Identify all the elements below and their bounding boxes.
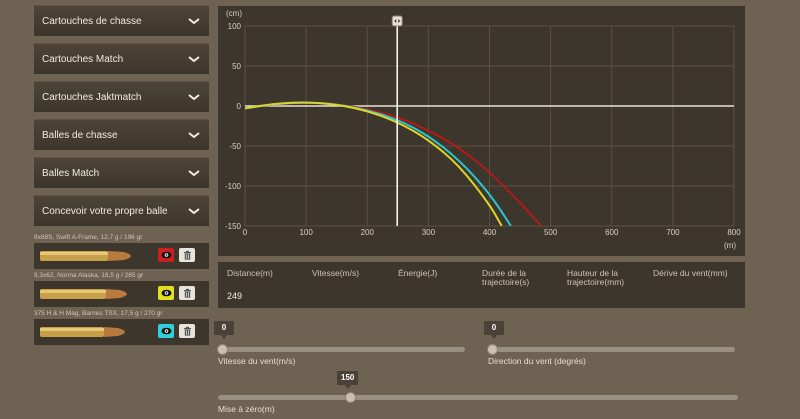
accordion-label: Balles de chasse bbox=[42, 129, 118, 141]
wind-direction-value: 0 bbox=[484, 321, 504, 339]
ammo-label: 9,3x62, Norma Alaska, 18,5 g / 285 gr bbox=[34, 272, 144, 279]
trash-icon bbox=[183, 288, 191, 298]
y-tick-label: -100 bbox=[225, 182, 242, 191]
delete-button[interactable] bbox=[179, 286, 195, 300]
trajectory-chart-panel: 0 100 200 300 400 500 600 700 800 100 50 0 -50 -100 -1… bbox=[218, 6, 745, 256]
zero-range-label: Mise à zéro(m) bbox=[218, 404, 275, 414]
ammo-label: 8x68S, Swift A-Frame, 12,7 g / 196 gr bbox=[34, 234, 143, 241]
y-tick-label: 0 bbox=[237, 102, 242, 111]
visibility-toggle-button[interactable] bbox=[158, 324, 174, 338]
eye-icon bbox=[161, 251, 171, 259]
accordion-hunting-cartridges[interactable]: Cartouches de chasse bbox=[34, 5, 209, 36]
zero-range-value: 150 bbox=[337, 371, 359, 389]
trajectory-chart: 0 100 200 300 400 500 600 700 800100500-50-100-1… bbox=[225, 9, 741, 250]
x-tick-label: 400 bbox=[483, 228, 497, 237]
accordion-match-cartridges[interactable]: Cartouches Match bbox=[34, 43, 209, 74]
eye-icon bbox=[161, 289, 171, 297]
ammo-row bbox=[34, 243, 209, 269]
y-tick-label: 100 bbox=[228, 22, 242, 31]
x-axis-unit: (m) bbox=[724, 241, 736, 250]
x-tick-label: 0 bbox=[243, 228, 248, 237]
chevron-down-icon bbox=[188, 132, 200, 139]
accordion-label: Concevoir votre propre balle bbox=[42, 205, 168, 217]
accordion-label: Balles Match bbox=[42, 167, 100, 179]
chevron-down-icon bbox=[188, 56, 200, 63]
wind-speed-slider-track[interactable] bbox=[218, 347, 465, 352]
accordion-hunting-bullets[interactable]: Balles de chasse bbox=[34, 119, 209, 150]
x-tick-label: 800 bbox=[727, 228, 741, 237]
trash-icon bbox=[183, 326, 191, 336]
ballistic-data-panel: Distance(m) Vitesse(m/s) Énergie(J) Duré… bbox=[218, 262, 745, 308]
y-tick-label: 50 bbox=[232, 62, 241, 71]
delete-button[interactable] bbox=[179, 324, 195, 338]
wind-direction-label: Direction du vent (degrés) bbox=[488, 356, 586, 366]
accordion-match-bullets[interactable]: Balles Match bbox=[34, 157, 209, 188]
x-tick-label: 300 bbox=[422, 228, 436, 237]
zero-range-slider-handle[interactable] bbox=[345, 392, 356, 403]
x-tick-label: 100 bbox=[299, 228, 313, 237]
chevron-down-icon bbox=[188, 18, 200, 25]
accordion-label: Cartouches de chasse bbox=[42, 15, 142, 27]
x-tick-label: 500 bbox=[544, 228, 558, 237]
wind-speed-slider-handle[interactable] bbox=[217, 344, 228, 355]
column-header-distance: Distance(m) bbox=[227, 268, 273, 278]
wind-direction-slider-track[interactable] bbox=[488, 347, 735, 352]
wind-speed-label: Vitesse du vent(m/s) bbox=[218, 356, 296, 366]
distance-value: 249 bbox=[227, 291, 243, 301]
accordion-jaktmatch-cartridges[interactable]: Cartouches Jaktmatch bbox=[34, 81, 209, 112]
wind-direction-slider-handle[interactable] bbox=[487, 344, 498, 355]
column-header-flight-time: Durée de la trajectoire(s) bbox=[482, 268, 530, 287]
wind-speed-value: 0 bbox=[214, 321, 234, 339]
ammo-entry: 8x68S, Swift A-Frame, 12,7 g / 196 gr bbox=[34, 233, 209, 271]
trash-icon bbox=[183, 250, 191, 260]
x-tick-label: 200 bbox=[361, 228, 375, 237]
accordion-design-bullet[interactable]: Concevoir votre propre balle bbox=[34, 195, 209, 226]
chevron-down-icon bbox=[188, 170, 200, 177]
column-header-wind-drift: Dérive du vent(mm) bbox=[653, 268, 728, 278]
column-header-energy: Énergie(J) bbox=[398, 268, 438, 278]
column-header-trajectory-height: Hauteur de la trajectoire(mm) bbox=[567, 268, 625, 287]
cartridge-image bbox=[40, 327, 125, 337]
y-tick-label: -150 bbox=[225, 222, 242, 231]
y-axis-unit: (cm) bbox=[226, 9, 242, 18]
column-header-velocity: Vitesse(m/s) bbox=[312, 268, 360, 278]
delete-button[interactable] bbox=[179, 248, 195, 262]
y-tick-label: -50 bbox=[229, 142, 241, 151]
cartridge-image bbox=[40, 251, 131, 261]
cartridge-image bbox=[40, 289, 127, 299]
visibility-toggle-button[interactable] bbox=[158, 286, 174, 300]
ammo-row bbox=[34, 281, 209, 307]
left-panel: Cartouches de chasse Cartouches Match Ca… bbox=[34, 5, 209, 347]
ammo-entry: 9,3x62, Norma Alaska, 18,5 g / 285 gr bbox=[34, 271, 209, 309]
ammo-row bbox=[34, 319, 209, 345]
accordion-label: Cartouches Match bbox=[42, 53, 124, 65]
accordion-label: Cartouches Jaktmatch bbox=[42, 91, 142, 103]
visibility-toggle-button[interactable] bbox=[158, 248, 174, 262]
ammo-entry: 375 H & H Mag, Barnes TSX, 17,5 g / 270 … bbox=[34, 309, 209, 347]
zero-range-slider-track[interactable] bbox=[218, 395, 738, 400]
x-tick-label: 700 bbox=[666, 228, 680, 237]
chevron-down-icon bbox=[188, 94, 200, 101]
eye-icon bbox=[161, 327, 171, 335]
chevron-down-icon bbox=[188, 208, 200, 215]
distance-cursor-handle bbox=[391, 15, 403, 27]
ammo-label: 375 H & H Mag, Barnes TSX, 17,5 g / 270 … bbox=[34, 310, 163, 317]
x-tick-label: 600 bbox=[605, 228, 619, 237]
